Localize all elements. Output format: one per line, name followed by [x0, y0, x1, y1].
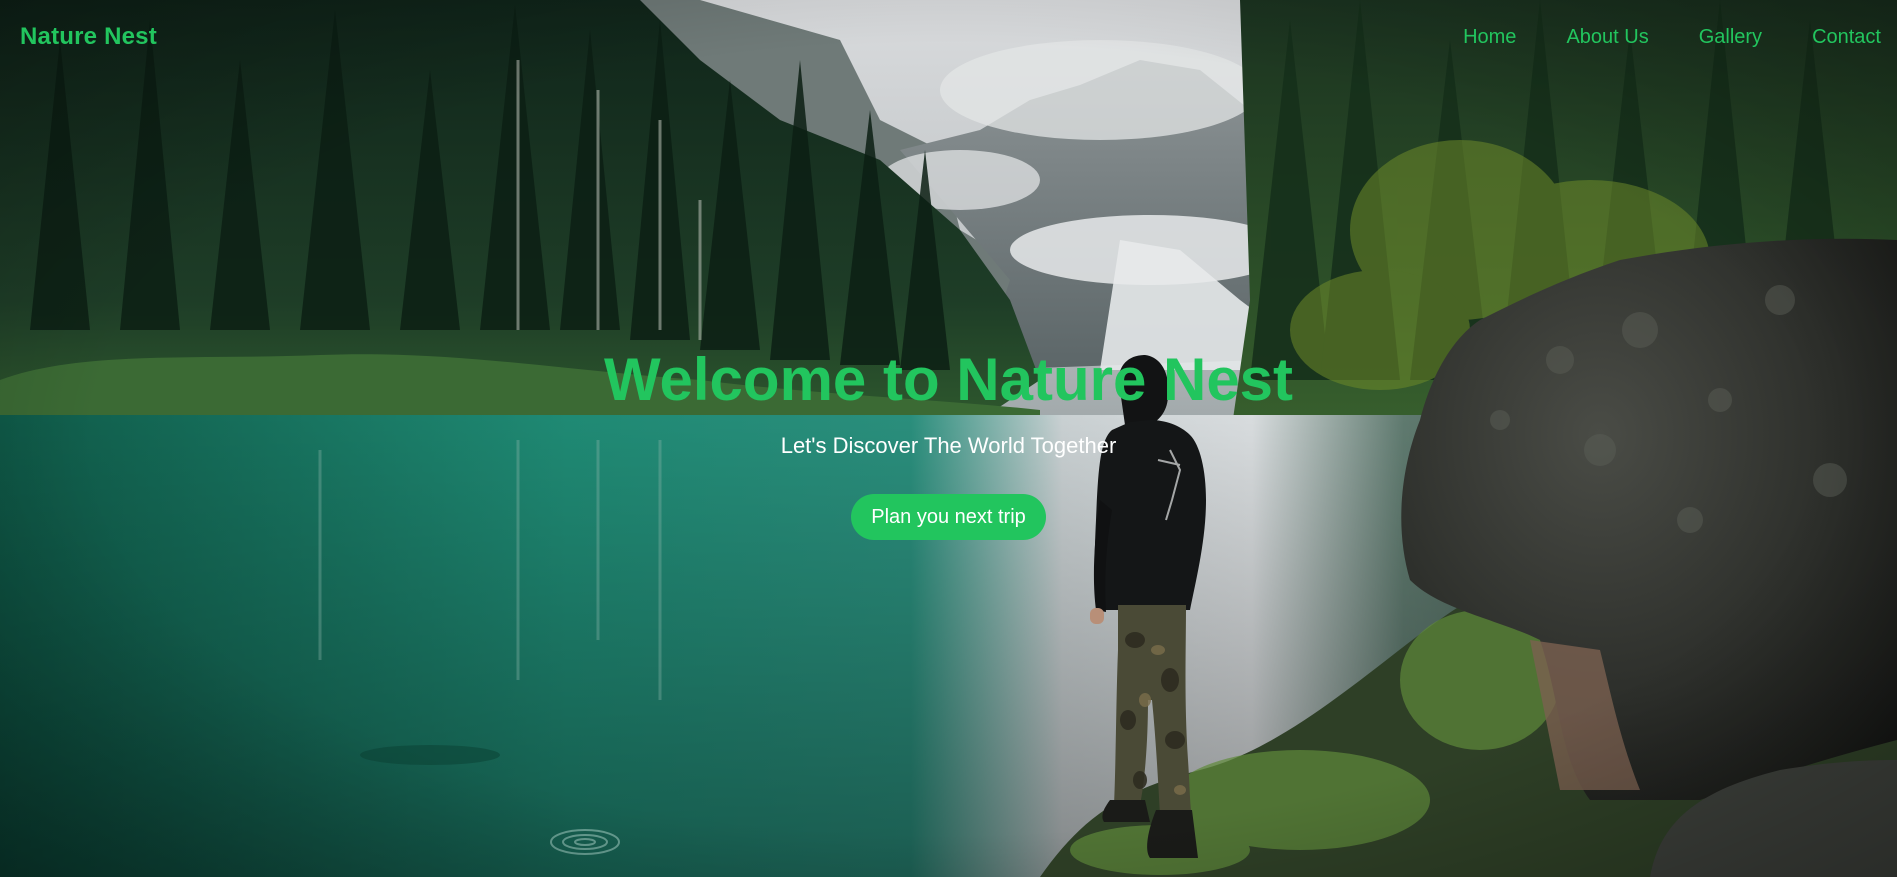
brand-logo-link[interactable]: Nature Nest — [20, 23, 157, 51]
hero-content: Welcome to Nature Nest Let's Discover Th… — [0, 344, 1897, 540]
plan-trip-button[interactable]: Plan you next trip — [851, 494, 1046, 540]
hero-subtitle: Let's Discover The World Together — [780, 433, 1117, 458]
top-navbar: Nature Nest Home About Us Gallery Contac… — [0, 0, 1897, 76]
nav-links: Home About Us Gallery Contact — [1413, 26, 1881, 49]
hero-section: Nature Nest Home About Us Gallery Contac… — [0, 0, 1897, 877]
nav-link-contact[interactable]: Contact — [1812, 26, 1881, 48]
nav-item-home: Home — [1463, 26, 1516, 49]
nav-item-gallery: Gallery — [1699, 26, 1762, 49]
nav-link-gallery[interactable]: Gallery — [1699, 26, 1762, 48]
nav-link-home[interactable]: Home — [1463, 26, 1516, 48]
nav-link-about-us[interactable]: About Us — [1566, 26, 1648, 48]
nav-item-about-us: About Us — [1566, 26, 1648, 49]
hero-title: Welcome to Nature Nest — [603, 346, 1294, 413]
nav-item-contact: Contact — [1812, 26, 1881, 49]
